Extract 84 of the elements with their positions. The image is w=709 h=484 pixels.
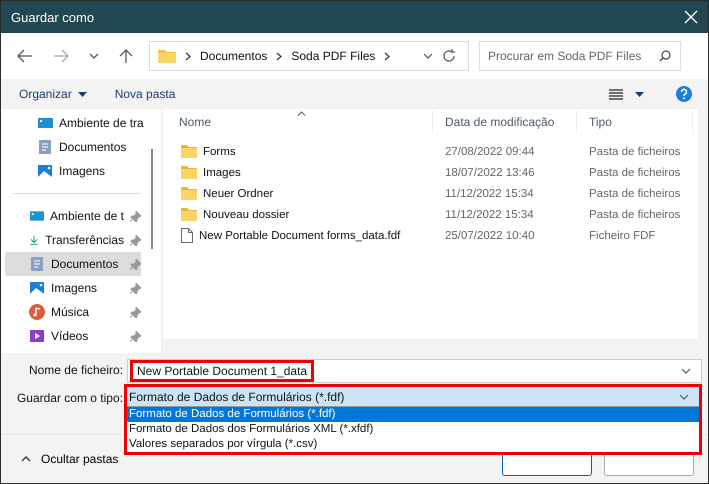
table-cell-text: Ficheiro FDF — [588, 230, 656, 242]
folder-icon — [181, 208, 197, 221]
breadcrumb[interactable]: Soda PDF Files — [291, 49, 376, 63]
up-arrow-icon[interactable] — [119, 48, 133, 64]
dropdown-option[interactable]: Formato de Dados dos Formulários XML (*.xfdf) — [127, 422, 699, 437]
chevron-right-icon — [384, 52, 390, 60]
sidebar-label: Imagens — [59, 164, 106, 178]
caret-down-icon — [78, 92, 87, 96]
sidebar-item[interactable]: Imagens — [5, 276, 141, 300]
chevron-down-icon — [679, 394, 689, 400]
videos-icon — [29, 328, 45, 344]
sidebar-item[interactable]: Música — [5, 300, 141, 324]
chevron-down-icon[interactable] — [423, 53, 433, 59]
file-type-dropdown[interactable]: Formato de Dados de Formulários (*.fdf) — [127, 387, 699, 406]
sort-caret-icon — [297, 111, 306, 116]
help-icon[interactable] — [676, 86, 692, 102]
table-cell-text: 25/07/2022 10:40 — [444, 230, 536, 242]
breadcrumb[interactable]: Documentos — [200, 49, 268, 63]
music-icon — [29, 304, 45, 320]
sidebar-item[interactable]: Vídeos — [5, 324, 141, 348]
dropdown-option[interactable]: Valores separados por vírgula (*.csv) — [127, 437, 699, 452]
window-title: Guardar como — [11, 10, 96, 24]
chevron-right-icon — [185, 52, 191, 60]
back-icon[interactable] — [17, 49, 33, 63]
dropdown-option[interactable]: Formato de Dados de Formulários (*.fdf) — [127, 407, 699, 422]
organize-button[interactable]: Organizar — [11, 83, 95, 105]
sidebar-label: Música — [51, 305, 90, 319]
file-icon — [181, 228, 193, 243]
search-icon — [659, 50, 671, 62]
sidebar-item[interactable]: Transferências — [5, 228, 141, 252]
close-icon[interactable] — [684, 10, 698, 24]
filename-field[interactable]: New Portable Document 1_data — [127, 359, 702, 383]
file-name[interactable]: Neuer Ordner — [203, 188, 274, 200]
folder-icon — [181, 166, 197, 179]
new-folder-button[interactable]: Nova pasta — [106, 83, 184, 105]
sidebar-label: Vídeos — [51, 329, 90, 343]
pictures-icon — [29, 280, 45, 296]
table-cell-text: Pasta de ficheiros — [588, 188, 682, 200]
file-type-label: Guardar com o tipo: — [16, 390, 124, 405]
scroll-bar[interactable] — [151, 149, 153, 249]
sidebar-label: Documentos — [51, 257, 120, 271]
search-field[interactable]: Procurar em Soda PDF Files — [479, 41, 681, 71]
address-bar[interactable]: Documentos Soda PDF Files — [149, 41, 469, 71]
table-cell-text: Pasta de ficheiros — [588, 146, 682, 158]
folder-icon — [181, 145, 197, 158]
sidebar-item[interactable]: Documentos — [5, 252, 141, 276]
filename-value: New Portable Document 1_data — [130, 360, 314, 382]
column-header[interactable]: Tipo — [577, 110, 693, 134]
file-name[interactable]: Images — [203, 166, 241, 178]
list-view-icon[interactable] — [609, 88, 623, 100]
filename-label: Nome de ficheiro: — [28, 362, 124, 377]
file-name[interactable]: Forms — [203, 146, 236, 158]
sidebar-label: Transferências — [45, 233, 124, 247]
sidebar-label: Ambiente de tra — [59, 116, 145, 130]
sidebar-item[interactable]: Ambiente de t — [5, 204, 141, 228]
table-cell-text: 11/12/2022 15:34 — [444, 208, 535, 220]
table-cell-text: Pasta de ficheiros — [588, 208, 682, 220]
folder-icon — [181, 187, 197, 200]
sidebar-item[interactable]: Imagens — [33, 159, 149, 183]
file-name[interactable]: Nouveau dossier — [203, 208, 290, 220]
sidebar-label: Ambiente de t — [50, 209, 124, 223]
file-name[interactable]: New Portable Document forms_data.fdf — [199, 230, 400, 242]
chevron-down-icon[interactable] — [89, 53, 99, 59]
refresh-icon[interactable] — [442, 49, 456, 63]
column-header[interactable]: Data de modificação — [433, 110, 577, 134]
table-cell-text: 11/12/2022 15:34 — [444, 188, 535, 200]
caret-down-icon[interactable] — [635, 92, 644, 96]
chevron-up-icon — [21, 456, 31, 462]
chevron-down-icon[interactable] — [681, 368, 691, 374]
hide-folders-button[interactable]: Ocultar pastas — [15, 451, 124, 467]
sidebar-item[interactable]: Documentos — [33, 135, 149, 159]
documents-icon — [37, 139, 53, 155]
sidebar-item[interactable]: Ambiente de tra — [33, 111, 149, 135]
column-header[interactable]: Nome — [167, 110, 433, 134]
table-cell-text: 27/08/2022 09:44 — [444, 146, 536, 158]
chevron-right-icon — [276, 52, 282, 60]
sidebar-label: Documentos — [59, 140, 128, 154]
table-cell-text: Pasta de ficheiros — [588, 166, 682, 178]
table-cell-text: 18/07/2022 13:46 — [444, 166, 536, 178]
sidebar-label: Imagens — [51, 281, 98, 295]
documents-icon — [29, 256, 45, 272]
folder-icon — [158, 49, 176, 63]
desktop-icon — [37, 115, 53, 131]
pictures-icon — [37, 163, 53, 179]
